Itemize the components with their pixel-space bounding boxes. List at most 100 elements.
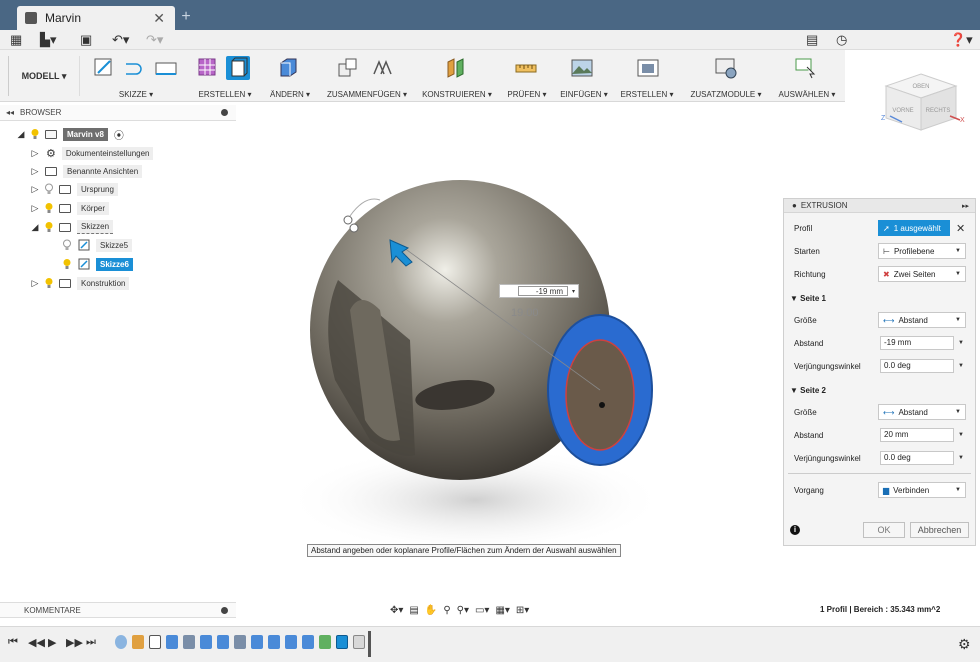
visibility-bulb-off-icon[interactable] — [62, 239, 72, 251]
expand-triangle-icon[interactable]: ▷ — [30, 278, 40, 289]
orbit-icon[interactable]: ✥▾ — [390, 605, 403, 616]
ribbon-group-make[interactable]: ERSTELLEN ▾ — [616, 50, 678, 102]
joint-icon[interactable] — [370, 56, 394, 80]
size2-select[interactable]: ⟷ Abstand ▼ — [878, 404, 966, 420]
ribbon-group-addins[interactable]: ZUSATZMODULE ▾ — [684, 50, 768, 102]
timeline-feature-plane[interactable] — [319, 635, 331, 649]
viewports-icon[interactable]: ⊞▾ — [516, 605, 529, 616]
cancel-button[interactable]: Abbrechen — [910, 522, 969, 538]
pin-icon[interactable] — [221, 109, 228, 116]
visibility-bulb-icon[interactable] — [62, 258, 72, 270]
select-icon[interactable] — [794, 56, 818, 80]
job-status-icon[interactable]: ▤ — [806, 33, 818, 47]
look-at-icon[interactable]: ▤ — [409, 605, 418, 616]
ribbon-group-inspect[interactable]: PRÜFEN ▾ — [502, 50, 552, 102]
tree-item-origin[interactable]: ▷ Ursprung — [30, 181, 118, 197]
dimension-input-box[interactable]: -19 mm ▾ — [499, 284, 579, 298]
grid-settings-icon[interactable]: ▦▾ — [495, 605, 509, 616]
expand-triangle-icon[interactable]: ▷ — [30, 166, 40, 177]
timeline-feature-fillet[interactable] — [285, 635, 297, 649]
ribbon-group-modify[interactable]: ÄNDERN ▾ — [262, 50, 318, 102]
expand-triangle-icon[interactable]: ▷ — [30, 203, 40, 214]
measure-icon[interactable] — [514, 56, 538, 80]
timeline-feature-fillet[interactable] — [268, 635, 280, 649]
manipulator-handle-icon[interactable] — [349, 223, 359, 233]
tree-item-bodies[interactable]: ▷ Körper — [30, 200, 110, 216]
timeline-feature-move[interactable] — [183, 635, 195, 649]
tree-item-sketch6[interactable]: Skizze6 — [58, 256, 133, 272]
tree-item-named-views[interactable]: ▷ Benannte Ansichten — [30, 163, 143, 179]
form-create-icon[interactable] — [196, 56, 220, 80]
dimension-value-field[interactable]: -19 mm — [518, 286, 568, 296]
timeline-feature-extrude-pending[interactable] — [353, 635, 365, 649]
pan-hand-icon[interactable]: ✋ — [425, 605, 437, 616]
ribbon-group-sketch[interactable]: SKIZZE ▾ — [84, 50, 188, 102]
timeline-feature-shell[interactable] — [302, 635, 314, 649]
distance2-input[interactable]: 20 mm — [880, 428, 954, 442]
display-settings-icon[interactable]: ▭▾ — [475, 605, 489, 616]
tree-item-root[interactable]: ◢ Marvin v8 ⦿ — [16, 126, 124, 142]
undo-icon[interactable]: ↶▾ — [112, 33, 129, 47]
timeline-feature-extrude[interactable] — [251, 635, 263, 649]
timeline-feature-sketch[interactable] — [149, 635, 161, 649]
timeline-feature-move[interactable] — [234, 635, 246, 649]
expand-triangle-icon[interactable]: ▷ — [30, 184, 40, 195]
step-forward-icon[interactable]: ▶▶ — [66, 636, 83, 649]
timeline-feature-extrude[interactable] — [217, 635, 229, 649]
ribbon-group-select[interactable]: AUSWÄHLEN ▾ — [772, 50, 842, 102]
browser-panel-header[interactable]: ◂◂ BROWSER — [0, 105, 236, 121]
history-clock-icon[interactable]: ◷ — [836, 33, 847, 47]
ribbon-group-create[interactable]: ERSTELLEN ▾ — [192, 50, 258, 102]
press-pull-icon[interactable] — [276, 56, 300, 80]
taper1-input[interactable]: 0.0 deg — [880, 359, 954, 373]
collapse-panel-icon[interactable]: ◂◂ — [6, 108, 14, 117]
go-to-end-icon[interactable]: ⏭ — [86, 636, 96, 649]
pin-icon[interactable] — [221, 607, 228, 614]
chevron-down-icon[interactable]: ▼ — [958, 455, 964, 461]
manipulator-handle-icon[interactable] — [343, 215, 353, 225]
extrusion-dialog-header[interactable]: ● EXTRUSION ▸▸ — [784, 199, 975, 213]
new-component-icon[interactable] — [336, 56, 360, 80]
go-to-start-icon[interactable]: ⏮ — [8, 636, 18, 649]
3d-viewport[interactable] — [240, 140, 780, 560]
step-back-icon[interactable]: ◀◀ — [28, 636, 45, 649]
3d-print-icon[interactable] — [636, 56, 660, 80]
comments-panel-header[interactable]: KOMMENTARE — [0, 602, 236, 618]
profile-selection-button[interactable]: ➚ 1 ausgewählt — [878, 220, 950, 236]
play-icon[interactable]: ▶ — [48, 636, 56, 649]
extrude-icon[interactable] — [226, 56, 250, 80]
ext-section-side2[interactable]: ▼ Seite 2 — [784, 379, 975, 401]
start-select[interactable]: ⊢ Profilebene ▼ — [878, 243, 966, 259]
tree-item-sketch5[interactable]: Skizze5 — [58, 237, 133, 253]
timeline-marker[interactable] — [368, 631, 371, 657]
file-menu-icon[interactable]: ▙▾ — [40, 33, 57, 47]
timeline-settings-gear-icon[interactable]: ⚙ — [958, 636, 971, 653]
ribbon-group-insert[interactable]: EINFÜGEN ▾ — [556, 50, 612, 102]
clear-selection-icon[interactable]: ✕ — [956, 222, 965, 235]
expand-triangle-icon[interactable]: ▷ — [30, 148, 40, 159]
save-icon[interactable]: ▣ — [80, 33, 92, 47]
workspace-switcher[interactable]: MODELL ▾ — [8, 56, 80, 96]
timeline-feature-plane[interactable] — [132, 635, 144, 649]
tree-item-document-settings[interactable]: ▷ ⚙ Dokumenteinstellungen — [30, 145, 154, 161]
visibility-bulb-icon[interactable] — [44, 202, 54, 214]
view-cube[interactable]: OBEN VORNE RECHTS Z X — [876, 68, 966, 138]
timeline-feature-extrude[interactable] — [166, 635, 178, 649]
direction-select[interactable]: ✖ Zwei Seiten ▼ — [878, 266, 966, 282]
info-icon[interactable]: i — [790, 525, 800, 535]
tree-item-sketches[interactable]: ◢ Skizzen — [30, 219, 114, 235]
expand-triangle-icon[interactable]: ◢ — [16, 129, 26, 140]
help-icon[interactable]: ❓▾ — [950, 33, 973, 47]
sketch-rectangle-icon[interactable] — [154, 56, 178, 80]
visibility-bulb-icon[interactable] — [44, 277, 54, 289]
operation-select[interactable]: ▆ Verbinden ▼ — [878, 482, 966, 498]
chevron-down-icon[interactable]: ▼ — [958, 363, 964, 369]
close-tab-icon[interactable]: ✕ — [153, 10, 165, 27]
ext-section-side1[interactable]: ▼ Seite 1 — [784, 287, 975, 309]
taper2-input[interactable]: 0.0 deg — [880, 451, 954, 465]
chevron-down-icon[interactable]: ▼ — [958, 432, 964, 438]
offset-plane-icon[interactable] — [444, 56, 468, 80]
scripts-addins-icon[interactable] — [714, 56, 738, 80]
ribbon-group-assemble[interactable]: ZUSAMMENFÜGEN ▾ — [322, 50, 412, 102]
zoom-icon[interactable]: ⚲ — [443, 605, 450, 616]
